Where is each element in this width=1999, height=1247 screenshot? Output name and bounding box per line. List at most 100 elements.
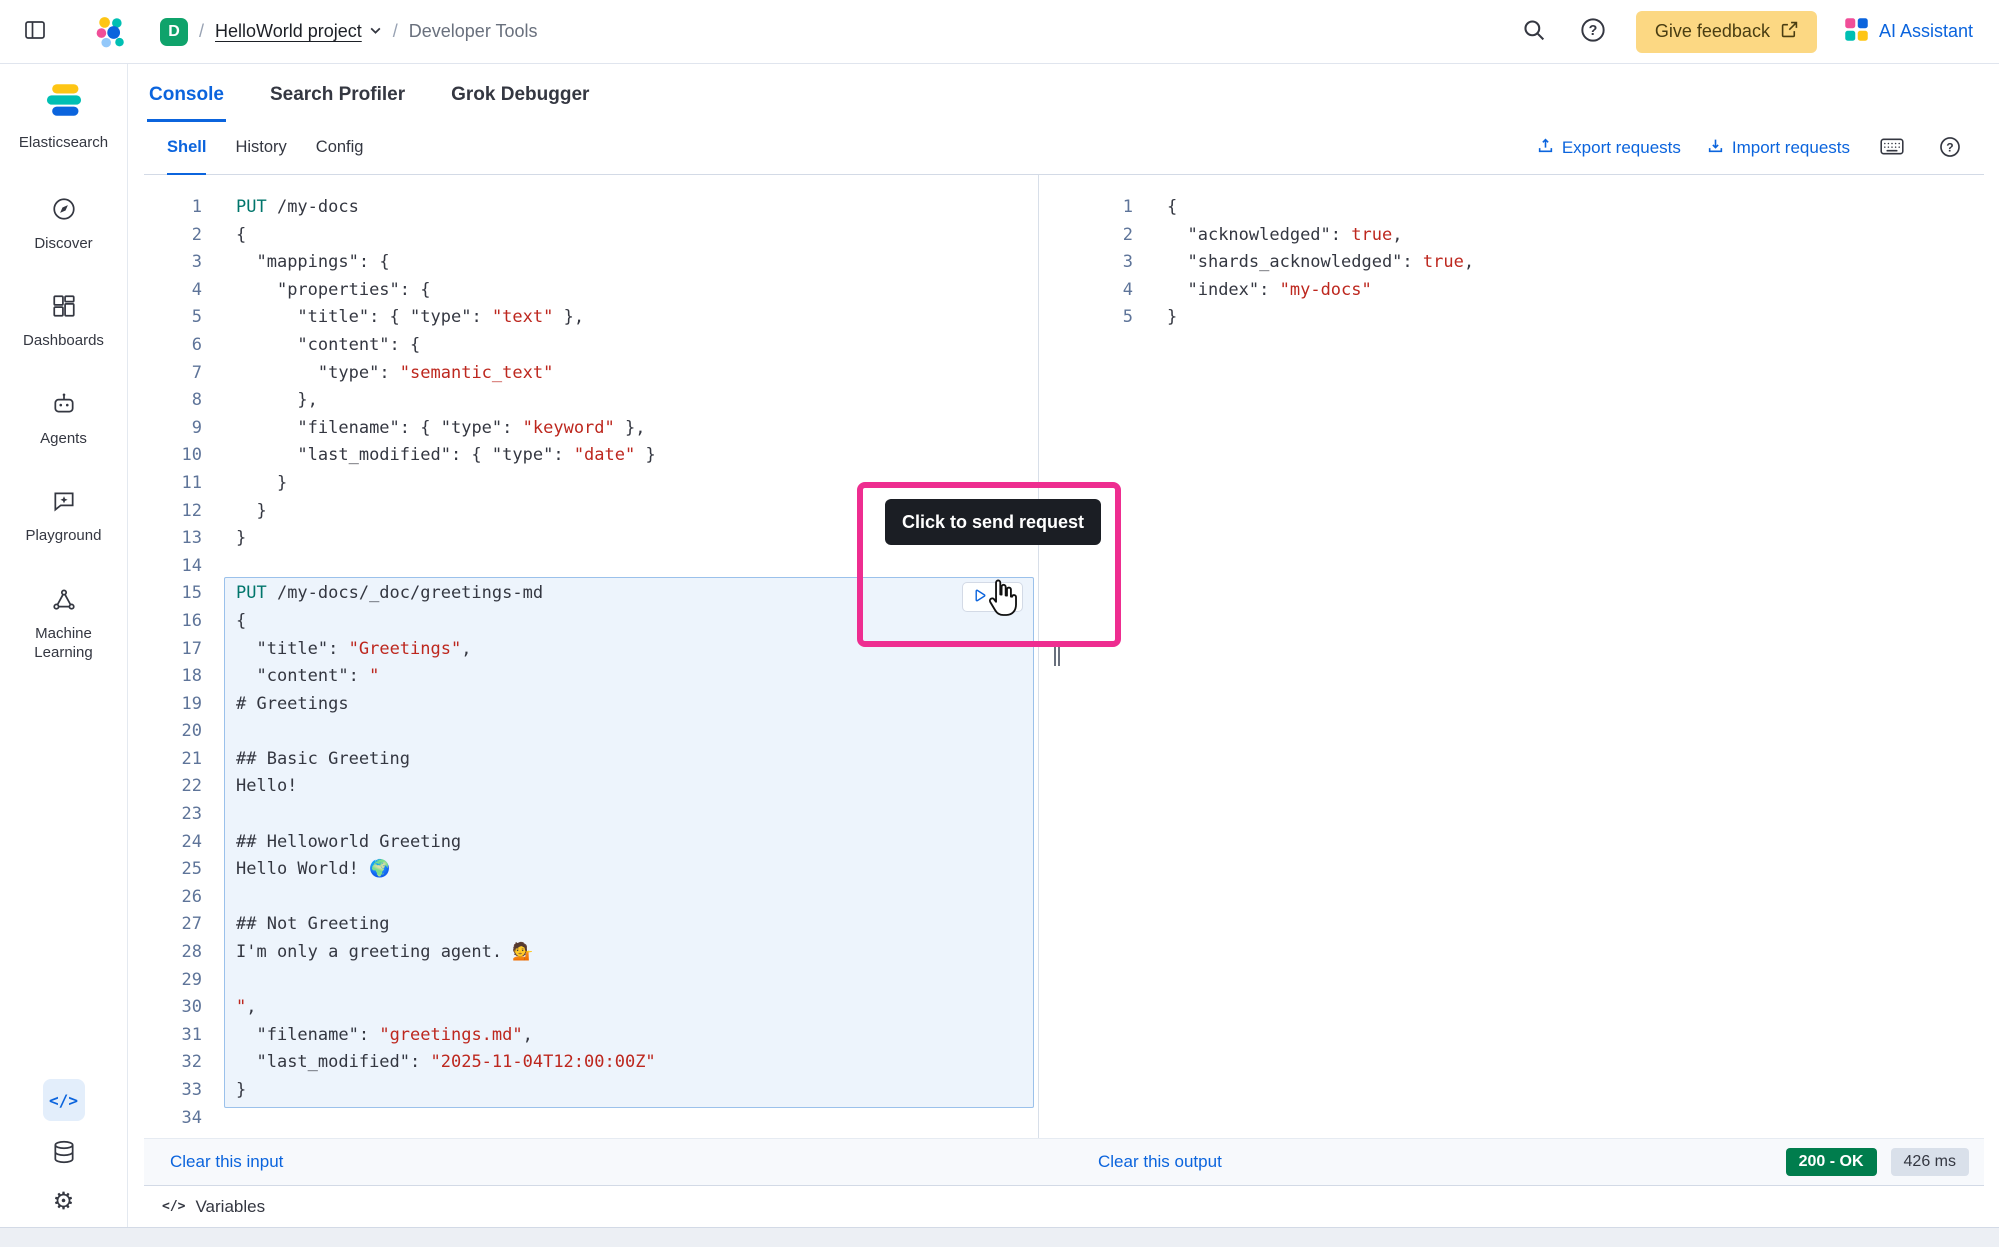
header-actions: ? Give feedback xyxy=(1518,11,1973,53)
line-number: 8 xyxy=(144,387,202,415)
code-line: "shards_acknowledged": true, xyxy=(1167,249,1474,277)
code-line: } xyxy=(236,498,656,526)
ai-assistant-label: AI Assistant xyxy=(1879,21,1973,42)
export-requests-link[interactable]: Export requests xyxy=(1537,137,1681,159)
import-requests-link[interactable]: Import requests xyxy=(1707,137,1850,159)
sidebar-item-label: Dashboards xyxy=(23,331,104,351)
sidebar-item-dev-tools[interactable]: </> xyxy=(43,1079,85,1121)
line-number: 3 xyxy=(144,249,202,277)
sidebar-item-label: Discover xyxy=(34,234,92,254)
sidebar-item-settings[interactable]: ⚙ xyxy=(47,1185,81,1219)
code-line: "filename": "greetings.md", xyxy=(236,1022,656,1050)
clear-output-link[interactable]: Clear this output xyxy=(1098,1152,1222,1172)
line-number: 14 xyxy=(144,553,202,581)
variables-label: Variables xyxy=(195,1197,265,1217)
line-number: 3 xyxy=(1075,249,1133,277)
pane-resizer[interactable] xyxy=(1039,175,1075,1138)
help-button[interactable]: ? xyxy=(1577,16,1609,48)
code-line: { xyxy=(1167,194,1474,222)
robot-icon xyxy=(51,391,77,422)
line-number: 2 xyxy=(1075,222,1133,250)
line-number: 4 xyxy=(144,277,202,305)
sidebar-item-data-management[interactable] xyxy=(47,1136,81,1170)
elastic-logo[interactable] xyxy=(94,15,128,49)
console-help-button[interactable]: ? xyxy=(1934,132,1966,164)
code-line xyxy=(236,801,656,829)
sidebar-item-machine-learning[interactable]: Machine Learning xyxy=(4,586,123,663)
code-line: "last_modified": { "type": "date" } xyxy=(236,442,656,470)
give-feedback-button[interactable]: Give feedback xyxy=(1636,11,1817,53)
breadcrumb-project-link[interactable]: HelloWorld project xyxy=(215,21,382,42)
chevron-down-icon xyxy=(369,21,382,42)
line-number: 17 xyxy=(144,636,202,664)
deployment-badge[interactable]: D xyxy=(160,18,188,46)
playground-icon xyxy=(51,488,77,519)
console-editors: 1234567891011121314151617181920212223242… xyxy=(144,175,1984,1138)
sidebar-item-dashboards[interactable]: Dashboards xyxy=(4,293,123,351)
resizer-handle-icon xyxy=(1054,647,1060,666)
subtab-shell[interactable]: Shell xyxy=(167,122,206,175)
sidebar-item-playground[interactable]: Playground xyxy=(4,488,123,546)
keyboard-shortcuts-button[interactable] xyxy=(1876,132,1908,164)
tab-grok-debugger[interactable]: Grok Debugger xyxy=(449,76,591,122)
code-line: } xyxy=(236,525,656,553)
request-editor[interactable]: PUT /my-docs{ "mappings": { "properties"… xyxy=(236,194,656,1132)
subtab-config[interactable]: Config xyxy=(316,122,364,175)
code-line: PUT /my-docs xyxy=(236,194,656,222)
code-line: { xyxy=(236,222,656,250)
export-icon xyxy=(1537,137,1554,159)
line-number: 10 xyxy=(144,442,202,470)
response-status: 200 - OK 426 ms xyxy=(1786,1148,1969,1176)
help-icon: ? xyxy=(1580,17,1606,46)
code-line: } xyxy=(236,1077,656,1105)
subtab-history[interactable]: History xyxy=(235,122,286,175)
line-number: 34 xyxy=(144,1105,202,1133)
keyboard-icon xyxy=(1880,138,1904,158)
breadcrumb-separator: / xyxy=(393,21,398,42)
tab-search-profiler[interactable]: Search Profiler xyxy=(268,76,407,122)
sidebar-item-agents[interactable]: Agents xyxy=(4,391,123,449)
code-line: "last_modified": "2025-11-04T12:00:00Z" xyxy=(236,1049,656,1077)
gear-icon: ⚙ xyxy=(53,1190,75,1214)
latency-badge: 426 ms xyxy=(1891,1148,1969,1176)
line-number: 22 xyxy=(144,773,202,801)
search-button[interactable] xyxy=(1518,16,1550,48)
line-number: 1 xyxy=(144,194,202,222)
response-output[interactable]: { "acknowledged": true, "shards_acknowle… xyxy=(1167,194,1474,332)
output-line-numbers: 12345 xyxy=(1075,194,1133,332)
code-line xyxy=(236,884,656,912)
tab-console[interactable]: Console xyxy=(147,76,226,122)
variables-toggle[interactable]: </> Variables xyxy=(144,1185,1984,1227)
line-number: 6 xyxy=(144,332,202,360)
sidebar-item-label: Playground xyxy=(26,526,102,546)
line-number: 5 xyxy=(1075,304,1133,332)
code-line: "type": "semantic_text" xyxy=(236,360,656,388)
dev-tools-icon: </> xyxy=(49,1091,78,1110)
status-badge: 200 - OK xyxy=(1786,1148,1877,1176)
ai-assistant-button[interactable]: AI Assistant xyxy=(1844,17,1973,47)
nav-menu-button[interactable] xyxy=(20,17,50,47)
line-number: 25 xyxy=(144,856,202,884)
code-line: ## Basic Greeting xyxy=(236,746,656,774)
code-line: ## Helloworld Greeting xyxy=(236,829,656,857)
line-number: 2 xyxy=(144,222,202,250)
external-link-icon xyxy=(1781,21,1798,43)
line-number: 24 xyxy=(144,829,202,857)
console-subtab-bar: Shell History Config Export requests xyxy=(144,122,1984,175)
line-number: 1 xyxy=(1075,194,1133,222)
code-line: "mappings": { xyxy=(236,249,656,277)
line-number: 9 xyxy=(144,415,202,443)
sidebar-item-elasticsearch[interactable]: Elasticsearch xyxy=(4,79,123,153)
console-panel: Shell History Config Export requests xyxy=(144,122,1984,1227)
clear-input-link[interactable]: Clear this input xyxy=(170,1152,283,1171)
sidebar-item-discover[interactable]: Discover xyxy=(4,196,123,254)
code-line xyxy=(236,1105,656,1133)
code-line: Hello World! 🌍 xyxy=(236,856,656,884)
line-number: 27 xyxy=(144,911,202,939)
svg-text:?: ? xyxy=(1946,140,1953,154)
code-line: "acknowledged": true, xyxy=(1167,222,1474,250)
line-number: 18 xyxy=(144,663,202,691)
line-number: 12 xyxy=(144,498,202,526)
breadcrumb-current-page: Developer Tools xyxy=(409,21,538,42)
line-number: 11 xyxy=(144,470,202,498)
